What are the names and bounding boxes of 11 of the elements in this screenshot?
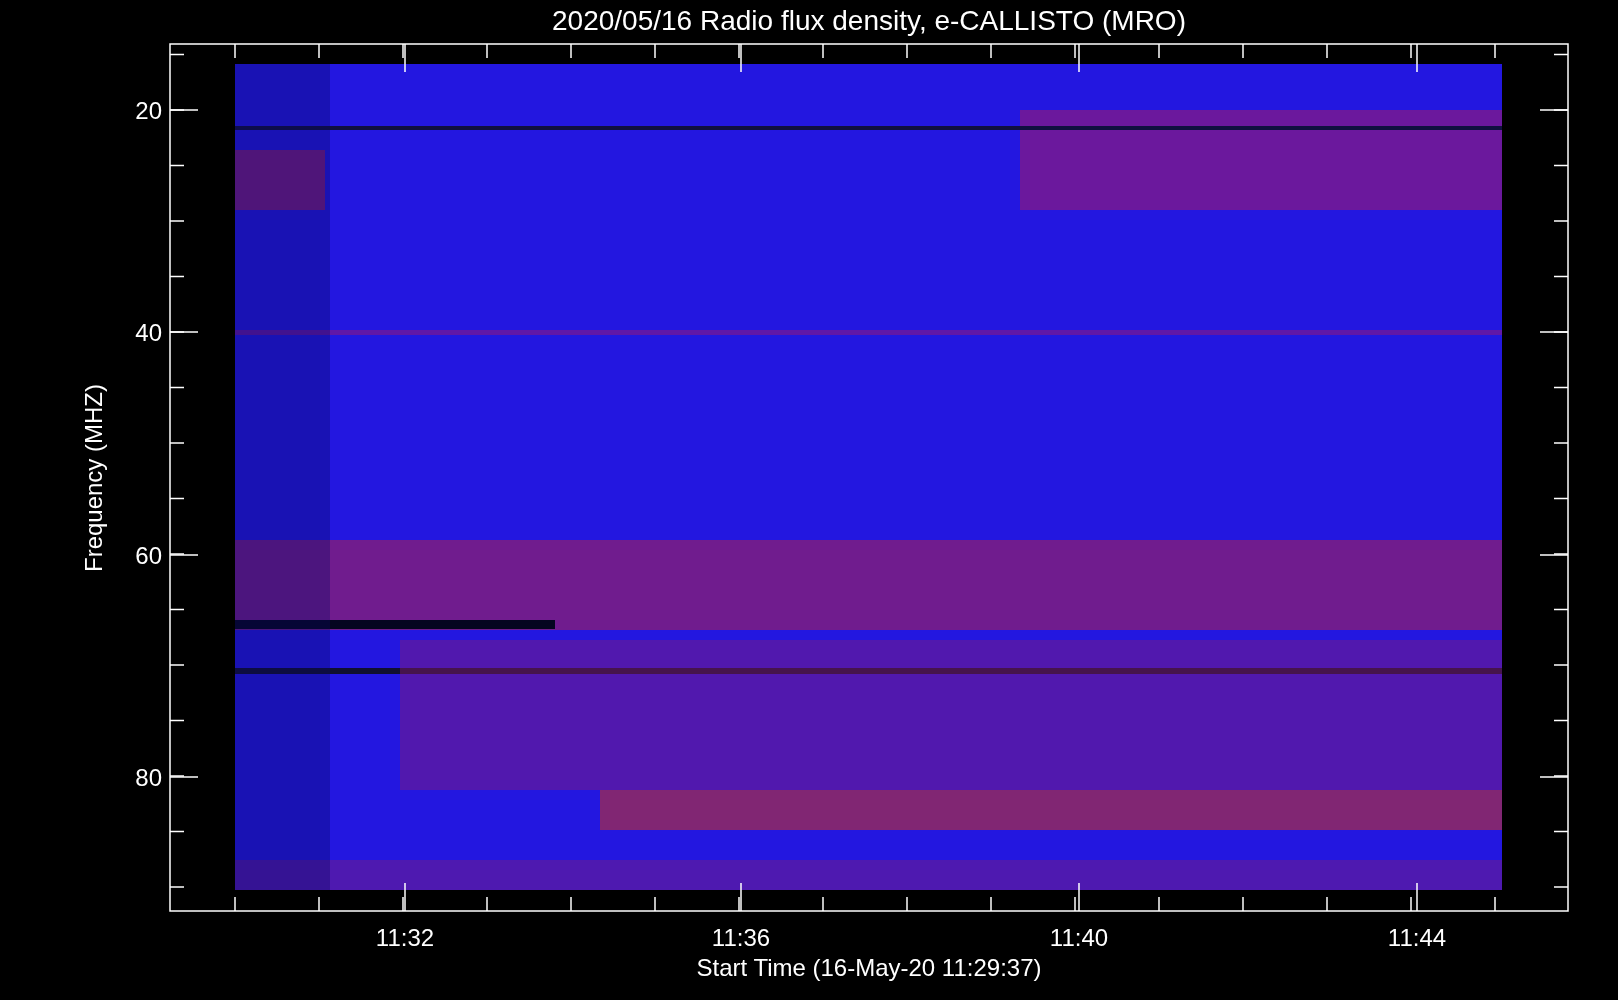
plot-title: 2020/05/16 Radio flux density, e-CALLISTO (MRO) [552, 5, 1186, 36]
y-tick-label: 40 [135, 319, 162, 346]
x-tick-label: 11:36 [711, 924, 771, 951]
x-tick-label: 11:44 [1387, 924, 1447, 951]
x-axis-label: Start Time (16-May-20 11:29:37) [696, 954, 1042, 981]
y-axis-label: Frequency (MHZ) [80, 384, 107, 572]
y-tick-label: 80 [135, 764, 162, 791]
x-tick-label: 11:40 [1049, 924, 1109, 951]
y-tick-label: 60 [135, 542, 162, 569]
x-tick-label: 11:32 [375, 924, 435, 951]
y-tick-label: 20 [135, 97, 162, 124]
